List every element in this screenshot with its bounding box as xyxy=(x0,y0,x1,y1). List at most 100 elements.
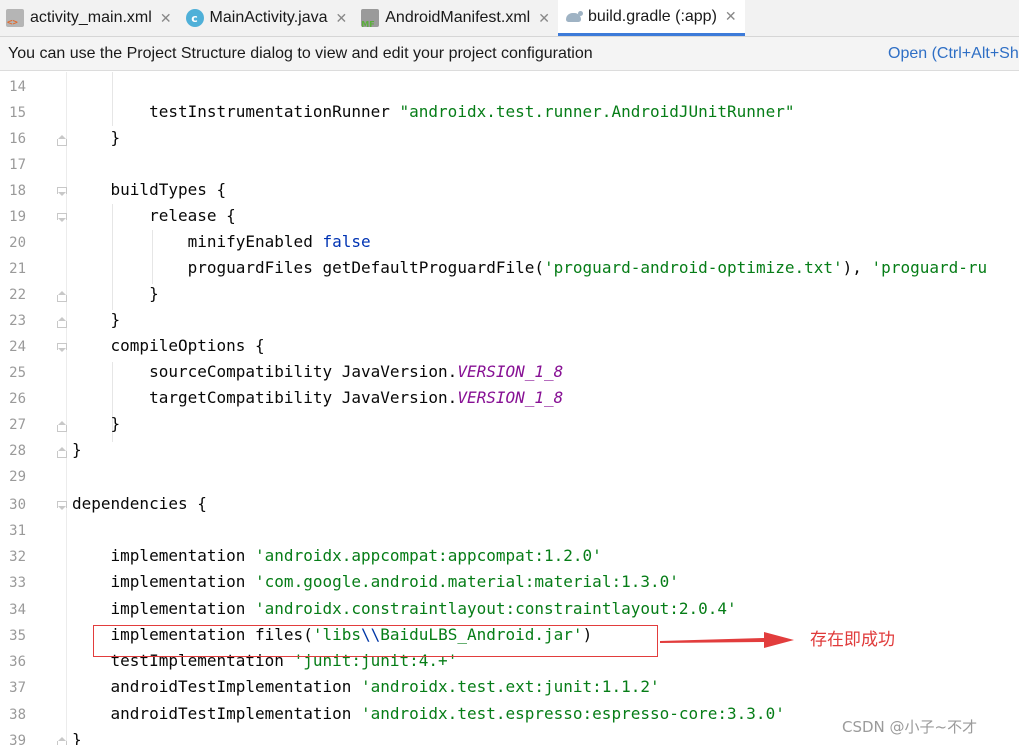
fold-end-icon[interactable] xyxy=(57,291,68,302)
line-number: 32 xyxy=(9,549,26,565)
code-line: 16 } xyxy=(0,127,1019,153)
line-number: 27 xyxy=(9,417,26,433)
code-text: sourceCompatibility JavaVersion.VERSION_… xyxy=(72,362,564,381)
line-number: 31 xyxy=(9,523,26,539)
line-number: 19 xyxy=(9,209,26,225)
line-number: 24 xyxy=(9,339,26,355)
line-number: 29 xyxy=(9,469,26,485)
code-text: proguardFiles getDefaultProguardFile('pr… xyxy=(72,258,988,277)
tab-label: MainActivity.java xyxy=(209,9,328,26)
code-line: 25 sourceCompatibility JavaVersion.VERSI… xyxy=(0,361,1019,387)
tab-label: build.gradle (:app) xyxy=(587,7,717,25)
code-line: 29 xyxy=(0,465,1019,491)
code-line: 18 buildTypes { xyxy=(0,179,1019,205)
line-number: 22 xyxy=(9,287,26,303)
fold-start-icon[interactable] xyxy=(57,213,68,224)
project-structure-notification: You can use the Project Structure dialog… xyxy=(0,37,1019,71)
code-text: testInstrumentationRunner "androidx.test… xyxy=(72,102,795,121)
fold-end-icon[interactable] xyxy=(57,317,68,328)
annotation-label: 存在即成功 xyxy=(810,630,895,650)
line-number: 30 xyxy=(9,497,26,513)
code-text: } xyxy=(72,440,82,459)
code-text: minifyEnabled false xyxy=(72,232,371,251)
line-number: 21 xyxy=(9,261,26,277)
code-line: 30 dependencies { xyxy=(0,493,1019,519)
line-number: 17 xyxy=(9,157,26,173)
line-number: 18 xyxy=(9,183,26,199)
code-text: } xyxy=(72,730,82,745)
fold-end-icon[interactable] xyxy=(57,737,68,745)
tab-main-activity-java[interactable]: c MainActivity.java ✕ xyxy=(180,0,356,36)
code-text: dependencies { xyxy=(72,494,207,513)
fold-start-icon[interactable] xyxy=(57,187,68,198)
code-line: 24 compileOptions { xyxy=(0,335,1019,361)
line-number: 16 xyxy=(9,131,26,147)
line-number: 28 xyxy=(9,443,26,459)
code-line: 17 xyxy=(0,153,1019,179)
code-text: } xyxy=(72,284,159,303)
code-line: 32 implementation 'androidx.appcompat:ap… xyxy=(0,545,1019,571)
close-icon[interactable]: ✕ xyxy=(160,10,172,27)
code-text: } xyxy=(72,310,121,329)
code-text: release { xyxy=(72,206,236,225)
code-text: targetCompatibility JavaVersion.VERSION_… xyxy=(72,388,564,407)
gradle-icon xyxy=(564,8,583,26)
code-line: 26 targetCompatibility JavaVersion.VERSI… xyxy=(0,387,1019,413)
code-text: } xyxy=(72,414,121,433)
notification-message: You can use the Project Structure dialog… xyxy=(8,45,593,62)
code-line: 15 testInstrumentationRunner "androidx.t… xyxy=(0,101,1019,127)
tab-build-gradle-app[interactable]: build.gradle (:app) ✕ xyxy=(557,0,745,36)
code-line: 34 implementation 'androidx.constraintla… xyxy=(0,598,1019,624)
fold-end-icon[interactable] xyxy=(57,447,68,458)
code-line: 21 proguardFiles getDefaultProguardFile(… xyxy=(0,257,1019,283)
code-text: buildTypes { xyxy=(72,180,227,199)
close-icon[interactable]: ✕ xyxy=(538,10,550,27)
tab-activity-main-xml[interactable]: activity_main.xml ✕ xyxy=(0,0,180,36)
code-text: androidTestImplementation 'androidx.test… xyxy=(72,704,785,723)
xml-layout-icon xyxy=(6,9,24,28)
code-text: androidTestImplementation 'androidx.test… xyxy=(72,677,660,696)
line-number: 34 xyxy=(9,602,26,618)
code-text: implementation 'androidx.appcompat:appco… xyxy=(72,546,602,565)
line-number: 36 xyxy=(9,654,26,670)
watermark: CSDN @小子~不才 xyxy=(842,718,978,736)
line-number: 15 xyxy=(9,105,26,121)
line-number: 39 xyxy=(9,733,26,745)
editor-tab-bar: activity_main.xml ✕ c MainActivity.java … xyxy=(0,0,1019,37)
code-text: compileOptions { xyxy=(72,336,265,355)
fold-end-icon[interactable] xyxy=(57,421,68,432)
open-project-structure-link[interactable]: Open (Ctrl+Alt+Sh xyxy=(888,45,1019,63)
code-line: 14 xyxy=(0,75,1019,101)
close-icon[interactable]: ✕ xyxy=(725,8,737,25)
arrow-icon xyxy=(660,632,794,648)
code-line: 19 release { xyxy=(0,205,1019,231)
line-number: 23 xyxy=(9,313,26,329)
fold-end-icon[interactable] xyxy=(57,135,68,146)
tab-android-manifest-xml[interactable]: AndroidManifest.xml ✕ xyxy=(355,0,558,36)
code-line: 27 } xyxy=(0,413,1019,439)
code-text: implementation 'androidx.constraintlayou… xyxy=(72,599,737,618)
code-text: } xyxy=(72,128,121,147)
line-number: 25 xyxy=(9,365,26,381)
code-line: 22 } xyxy=(0,283,1019,309)
tab-label: activity_main.xml xyxy=(30,9,152,26)
code-line: 28 } xyxy=(0,439,1019,465)
line-number: 37 xyxy=(9,680,26,696)
line-number: 33 xyxy=(9,575,26,591)
tab-label: AndroidManifest.xml xyxy=(385,9,531,26)
highlight-box xyxy=(93,625,658,657)
manifest-icon xyxy=(361,9,380,29)
fold-start-icon[interactable] xyxy=(57,501,68,512)
code-line: 37 androidTestImplementation 'androidx.t… xyxy=(0,676,1019,702)
line-number: 38 xyxy=(9,707,26,723)
line-number: 26 xyxy=(9,391,26,407)
line-number: 14 xyxy=(9,79,26,95)
line-number: 35 xyxy=(9,628,26,644)
close-icon[interactable]: ✕ xyxy=(336,10,348,27)
code-text: implementation 'com.google.android.mater… xyxy=(72,572,679,591)
code-line: 31 xyxy=(0,519,1019,545)
fold-start-icon[interactable] xyxy=(57,343,68,354)
code-line: 33 implementation 'com.google.android.ma… xyxy=(0,571,1019,597)
line-number: 20 xyxy=(9,235,26,251)
code-line: 20 minifyEnabled false xyxy=(0,231,1019,257)
